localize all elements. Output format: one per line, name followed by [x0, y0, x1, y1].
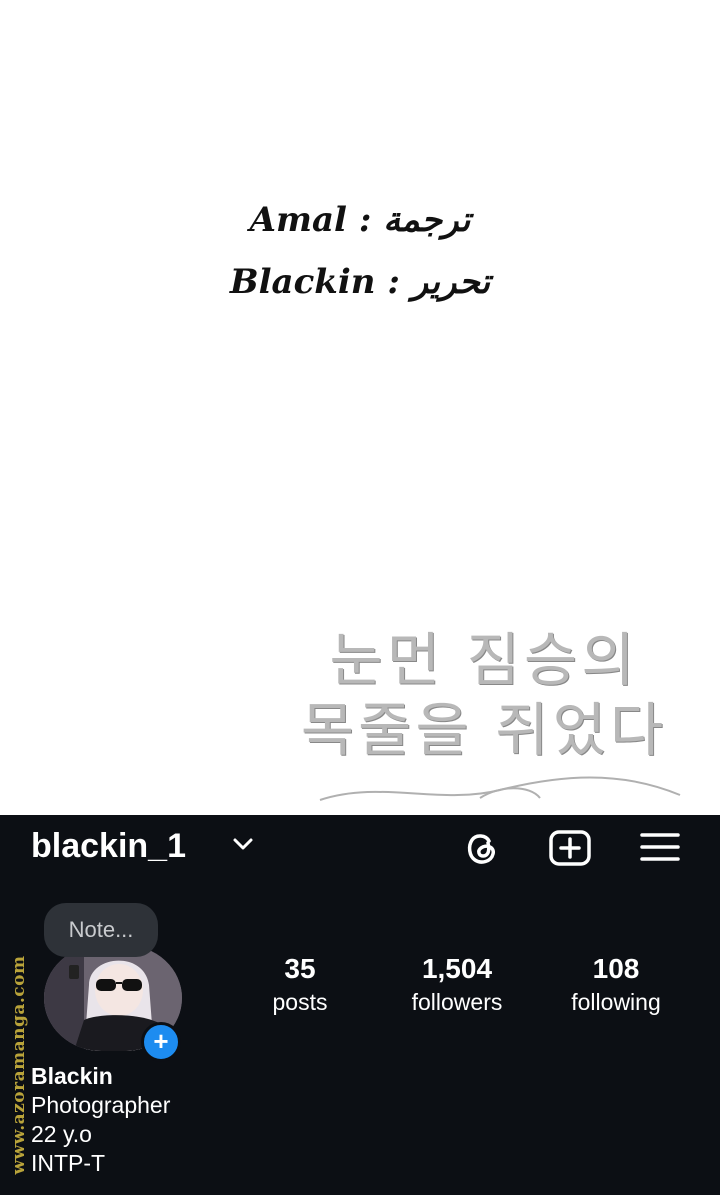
series-title-logo: 눈먼 짐승의 목줄을 쥐었다 [274, 625, 694, 765]
posts-label: posts [272, 989, 328, 1015]
editor-role: تحرير : [387, 262, 491, 302]
translator-name: Amal [249, 200, 347, 240]
series-title-line2: 목줄을 쥐었다 [300, 696, 668, 764]
posts-count: 35 [284, 953, 316, 984]
posts-stat[interactable]: 35 posts [250, 953, 350, 1019]
note-bubble[interactable]: Note... [44, 903, 158, 957]
title-flourish [319, 776, 681, 801]
followers-count: 1,504 [421, 953, 493, 984]
editor-name: Blackin [229, 262, 376, 302]
profile-username[interactable]: blackin_1 [31, 827, 186, 866]
editor-credit: Blackin تحرير : [0, 262, 720, 302]
translator-credit: Amal ترجمة : [0, 200, 720, 240]
bio-line: INTP-T [31, 1150, 106, 1176]
chevron-down-icon[interactable] [232, 837, 254, 851]
followers-stat[interactable]: 1,504 followers [392, 953, 522, 1019]
followers-label: followers [411, 989, 503, 1015]
bio-line: Photographer [31, 1092, 171, 1118]
site-watermark: www.azoramanga.com [0, 945, 39, 1195]
bio-line: 22 y.o [31, 1121, 92, 1147]
add-story-button[interactable]: + [141, 1022, 181, 1062]
threads-icon[interactable] [462, 829, 500, 867]
new-post-icon[interactable] [548, 829, 592, 867]
translator-role: ترجمة : [358, 200, 471, 240]
series-title-line1: 눈먼 짐승의 [329, 626, 639, 694]
profile-bio: Blackin Photographer 22 y.o INTP-T [31, 1062, 170, 1178]
following-count: 108 [592, 953, 640, 984]
menu-icon[interactable] [640, 831, 680, 863]
profile-display-name: Blackin [31, 1063, 113, 1089]
following-label: following [571, 989, 661, 1015]
following-stat[interactable]: 108 following [552, 953, 680, 1019]
watermark-text: www.azoramanga.com [9, 955, 29, 1175]
chapter-credits-page: Amal ترجمة : Blackin تحرير : 눈먼 짐승의 목줄을 … [0, 0, 720, 815]
profile-panel: blackin_1 Note... + 35 posts 1,504 follo… [0, 815, 720, 1195]
